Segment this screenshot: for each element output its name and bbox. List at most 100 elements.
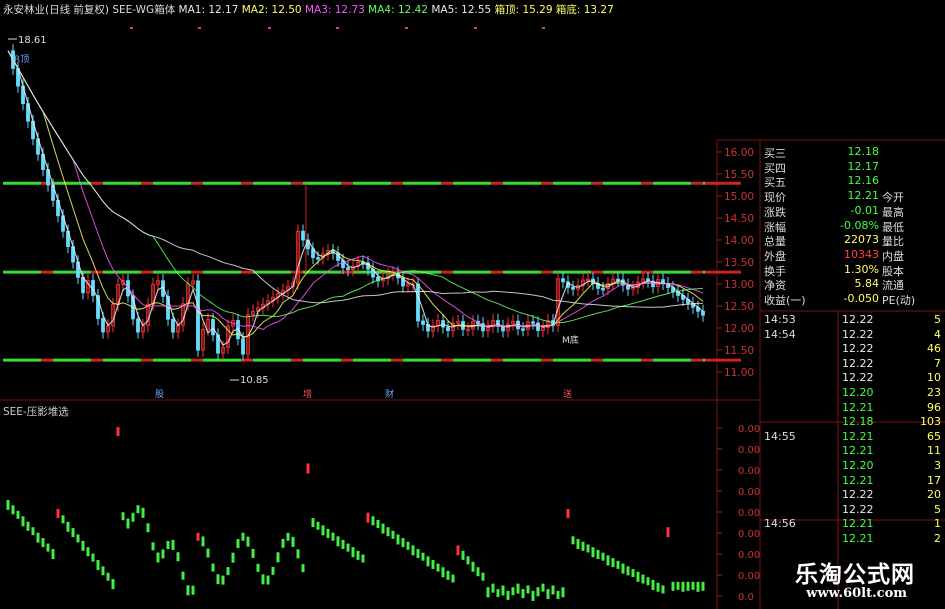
quote-label: 收益(一)	[764, 294, 806, 307]
indicator-bar	[621, 563, 625, 574]
indicator-bar	[291, 536, 295, 547]
candle-body	[316, 257, 320, 260]
indicator-bar	[156, 552, 160, 563]
indicator-bar	[641, 574, 645, 584]
indicator-bar	[186, 585, 190, 596]
tick-price: 12.21	[842, 532, 874, 545]
indicator-bar	[391, 530, 395, 539]
tick-price: 12.22	[842, 313, 874, 326]
indicator-bar	[631, 569, 635, 578]
indicator-bar	[91, 553, 95, 562]
tick-time: 14:56	[764, 517, 796, 531]
indicator-bar	[106, 572, 110, 581]
indicator-bar	[656, 582, 660, 592]
candle-body	[346, 267, 350, 271]
indicator-bar	[41, 538, 45, 548]
indicator-title: SEE-压影堆选	[3, 406, 69, 418]
ma5-value: MA5: 12.55	[431, 4, 492, 16]
indicator-bar	[636, 571, 640, 582]
indicator-bar	[611, 558, 615, 568]
indicator-bar	[26, 521, 30, 531]
indicator-bar	[351, 547, 355, 558]
top-marker	[198, 27, 201, 29]
tick-volume: 1	[934, 517, 941, 531]
quote-label-secondary: 今开	[882, 191, 904, 205]
indicator-bar	[311, 518, 315, 528]
quote-value: 10343	[844, 247, 879, 261]
indicator-bar	[201, 536, 205, 547]
tick-row: 12.21 11	[760, 444, 945, 459]
indicator-bar	[356, 550, 360, 560]
indicator-bar	[146, 523, 150, 533]
indicator-bar	[211, 563, 215, 572]
quote-label: 买三	[764, 147, 786, 160]
price-axis-label: 15.00	[724, 191, 754, 203]
tick-price: 12.18	[842, 415, 874, 429]
candle-body	[81, 276, 85, 294]
tick-row: 12.21 17	[760, 474, 945, 489]
indicator-bar	[501, 585, 505, 596]
top-marker	[542, 27, 545, 29]
box-top-value: 箱顶: 15.29	[494, 4, 553, 16]
indicator-bar	[96, 559, 100, 570]
tick-volume: 46	[927, 342, 941, 356]
price-axis-label: 14.00	[724, 235, 754, 247]
indicator-bar	[396, 534, 400, 545]
candle-body	[101, 318, 105, 333]
tick-volume: 17	[927, 473, 941, 487]
indicator-bar	[536, 587, 540, 597]
indicator-bar	[336, 536, 340, 547]
price-axis-label: 14.50	[724, 213, 754, 225]
high-price-label: 18.61	[18, 35, 47, 46]
indicator-bar	[701, 581, 705, 591]
indicator-bar	[511, 587, 515, 596]
indicator-axis-label: 0.00	[738, 571, 760, 582]
ma2-value: MA2: 12.50	[241, 4, 302, 16]
candle-body	[561, 278, 565, 283]
tick-price: 12.21	[842, 517, 874, 531]
indicator-bar	[446, 570, 450, 580]
tick-volume: 5	[934, 502, 941, 516]
indicator-bar	[496, 589, 500, 598]
indicator-bar	[261, 574, 265, 585]
indicator-bar	[486, 587, 490, 598]
indicator-bar	[646, 577, 650, 586]
indicator-bar	[251, 548, 255, 558]
price-axis-label: 13.50	[724, 257, 754, 269]
indicator-bar	[451, 574, 455, 583]
tick-row: 12.20 23	[760, 386, 945, 401]
indicator-bar	[426, 556, 430, 567]
top-marker	[268, 27, 271, 29]
tick-volume: 2	[934, 532, 941, 545]
tick-price: 12.21	[842, 429, 874, 443]
event-marker: 股	[155, 389, 164, 400]
candle-body	[501, 325, 505, 332]
tick-volume: 4	[934, 327, 941, 341]
indicator-bar	[301, 564, 305, 573]
indicator-bar	[141, 507, 145, 518]
indicator-bar	[111, 579, 115, 590]
indicator-bar	[386, 527, 390, 537]
indicator-bar	[476, 567, 480, 577]
tick-row: 12.22 20	[760, 488, 945, 503]
indicator-bar	[666, 527, 670, 538]
tick-volume: 5	[934, 313, 941, 326]
indicator-bar	[176, 552, 180, 562]
tick-row: 12.20 3	[760, 459, 945, 474]
candle-body	[701, 310, 705, 316]
indicator-axis-label: 0.00	[738, 508, 760, 519]
indicator-bar	[326, 529, 330, 539]
indicator-bar	[331, 532, 335, 541]
indicator-bar	[161, 549, 165, 559]
tick-row: 12.22 7	[760, 357, 945, 372]
indicator-bar	[671, 581, 675, 591]
indicator-bar	[316, 521, 320, 530]
tick-price: 12.22	[842, 502, 874, 516]
indicator-bar	[581, 541, 585, 551]
tick-volume: 23	[927, 386, 941, 399]
indicator-bar	[61, 515, 65, 524]
indicator-axis-label: 0.0	[738, 592, 754, 603]
price-axis-label: 13.00	[724, 279, 754, 291]
indicator-bar	[131, 512, 135, 522]
indicator-bar	[116, 427, 120, 437]
